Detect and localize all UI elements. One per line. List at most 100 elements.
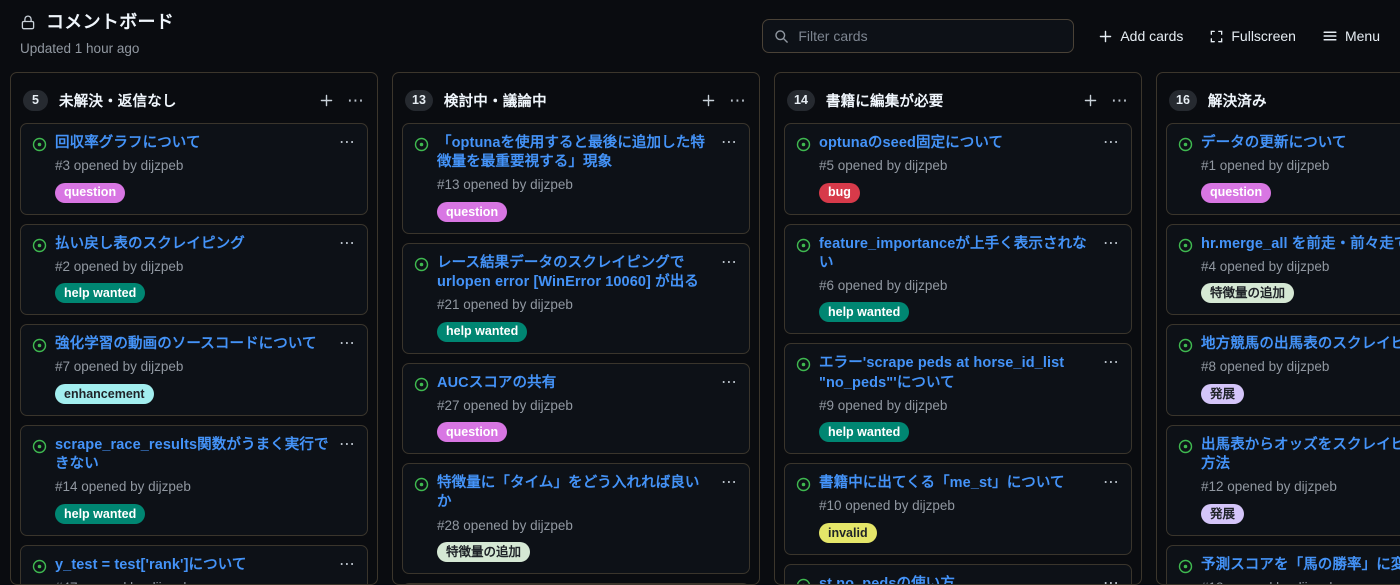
issue-title[interactable]: hr.merge_all を前走・前々走で行いたい xyxy=(1201,235,1400,254)
issue-title[interactable]: 「optunaを使用すると最後に追加した特徴量を最重要視する」現象 xyxy=(437,134,713,172)
issue-card[interactable]: 特徴量に「タイム」をどう入れれば良いか ⋯ #28 opened by dijzpe… xyxy=(402,463,750,575)
issue-label[interactable]: invalid xyxy=(819,522,877,543)
top-bar: コメントボード Updated 1 hour ago Filter cards … xyxy=(0,0,1400,72)
issue-card[interactable]: scrape_race_results関数がうまく実行できない ⋯ #14 open… xyxy=(20,425,368,536)
issue-title[interactable]: 予測スコアを「馬の勝率」に変換する xyxy=(1201,556,1400,575)
column-more-menu-icon[interactable]: ⋯ xyxy=(1111,92,1129,109)
issue-card[interactable]: 払い戻し表のスクレイピング ⋯ #2 opened by dijzpeb help w… xyxy=(20,223,368,316)
issue-card[interactable]: レース結果データのスクレイピングでurlopen error [WinError… xyxy=(402,242,750,354)
issue-label[interactable]: 発展 xyxy=(1201,384,1245,405)
issue-label[interactable]: 発展 xyxy=(1201,503,1245,524)
column-add-card-button[interactable] xyxy=(701,93,716,108)
card-more-menu-icon[interactable]: ⋯ xyxy=(1103,355,1120,371)
issue-card[interactable]: 強化学習の動画のソースコードについて ⋯ #7 opened by dijzpeb e… xyxy=(20,324,368,417)
issue-title[interactable]: st.no_pedsの使い方 xyxy=(819,575,1095,584)
issue-meta: #9 opened by dijzpeb xyxy=(819,397,948,413)
search-input[interactable] xyxy=(798,28,1063,44)
issue-meta: #6 opened by dijzpeb xyxy=(819,277,948,293)
add-cards-button[interactable]: Add cards xyxy=(1096,26,1185,46)
menu-button[interactable]: Menu xyxy=(1320,26,1382,46)
issue-title[interactable]: 書籍中に出てくる「me_st」について xyxy=(819,474,1095,493)
column-add-card-button[interactable] xyxy=(319,93,334,108)
issue-label[interactable]: question xyxy=(1201,182,1272,203)
issue-label[interactable]: question xyxy=(55,182,126,203)
issue-card[interactable]: 地方競馬の出馬表のスクレイピング⋯ #8 opened by dijzpeb 発展 xyxy=(1166,324,1400,417)
issue-label[interactable]: enhancement xyxy=(55,384,154,405)
column-add-card-button[interactable] xyxy=(1083,93,1098,108)
filter-cards-box[interactable] xyxy=(762,19,1075,53)
issue-labels: help wanted xyxy=(414,321,738,342)
issue-label[interactable]: 特徴量の追加 xyxy=(437,542,531,563)
issue-meta: #1 opened by dijzpeb xyxy=(1201,158,1330,174)
issue-card[interactable]: y_test = test['rank']について ⋯ #47 opened by … xyxy=(20,544,368,584)
issue-title[interactable]: データの更新について xyxy=(1201,134,1400,153)
card-more-menu-icon[interactable]: ⋯ xyxy=(339,556,356,573)
issue-open-icon xyxy=(1178,238,1193,253)
board-column: 14 書籍に編集が必要 ⋯ optunaのseed固定について ⋯ #5 opened b… xyxy=(774,72,1142,585)
issue-card[interactable]: feature_importanceが上手く表示されない ⋯ #6 opened b… xyxy=(784,223,1132,335)
issue-title[interactable]: scrape_race_results関数がうまく実行できない xyxy=(55,436,331,474)
issue-card[interactable]: hr.merge_all を前走・前々走で行いたい⋯ #4 opened by d… xyxy=(1166,223,1400,316)
issue-open-icon xyxy=(32,559,47,574)
card-more-menu-icon[interactable]: ⋯ xyxy=(339,235,356,252)
issue-title[interactable]: 出馬表からオッズをスクレイピングする方法 xyxy=(1201,436,1400,474)
issue-label[interactable]: help wanted xyxy=(819,302,910,323)
issue-label[interactable]: help wanted xyxy=(55,283,146,304)
issue-title[interactable]: 払い戻し表のスクレイピング xyxy=(55,235,331,254)
issue-open-icon xyxy=(1178,559,1193,574)
fullscreen-label: Fullscreen xyxy=(1231,28,1296,44)
issue-meta: #21 opened by dijzpeb xyxy=(437,297,573,313)
issue-label[interactable]: 特徴量の追加 xyxy=(1201,283,1295,304)
issue-title[interactable]: AUCスコアの共有 xyxy=(437,374,713,393)
card-more-menu-icon[interactable]: ⋯ xyxy=(1103,235,1120,252)
issue-label[interactable]: help wanted xyxy=(819,422,910,443)
project-board-app: コメントボード Updated 1 hour ago Filter cards … xyxy=(0,0,1400,585)
column-more-menu-icon[interactable]: ⋯ xyxy=(347,92,365,109)
issue-label[interactable]: help wanted xyxy=(437,321,528,342)
issue-title[interactable]: 特徴量に「タイム」をどう入れれば良いか xyxy=(437,474,713,512)
issue-labels: help wanted xyxy=(796,302,1120,323)
column-more-menu-icon[interactable]: ⋯ xyxy=(729,92,747,109)
card-more-menu-icon[interactable]: ⋯ xyxy=(721,254,738,271)
menu-label: Menu xyxy=(1344,28,1380,44)
issue-card[interactable]: データの更新について⋯ #1 opened by dijzpeb question xyxy=(1166,123,1400,215)
issue-card[interactable]: st.no_pedsの使い方⋯#11 opened by dijzpeb xyxy=(784,563,1132,584)
issue-title[interactable]: feature_importanceが上手く表示されない xyxy=(819,235,1095,273)
card-header: 払い戻し表のスクレイピング ⋯ xyxy=(32,235,356,254)
card-more-menu-icon[interactable]: ⋯ xyxy=(339,437,356,453)
issue-card[interactable]: 出馬表からオッズをスクレイピングする方法⋯ #12 opened by dijzp… xyxy=(1166,425,1400,536)
issue-title[interactable]: レース結果データのスクレイピングでurlopen error [WinError… xyxy=(437,254,713,292)
issue-title[interactable]: 回収率グラフについて xyxy=(55,134,331,153)
column-header: 16解決済み⋯ xyxy=(1166,81,1400,115)
card-more-menu-icon[interactable]: ⋯ xyxy=(339,135,356,151)
issue-title[interactable]: エラー'scrape peds at horse_id_list "no_ped… xyxy=(819,354,1095,392)
issue-card[interactable]: AUCスコアの共有 ⋯ #27 opened by dijzpeb question xyxy=(402,362,750,455)
issue-label[interactable]: bug xyxy=(819,182,860,203)
page-title: コメントボード xyxy=(46,12,175,32)
issue-label[interactable]: question xyxy=(437,422,508,443)
card-more-menu-icon[interactable]: ⋯ xyxy=(339,336,356,352)
issue-labels: help wanted xyxy=(796,422,1120,443)
issue-title[interactable]: 地方競馬の出馬表のスクレイピング xyxy=(1201,335,1400,354)
issue-card[interactable]: 回収率グラフについて ⋯ #3 opened by dijzpeb question xyxy=(20,123,368,215)
issue-card[interactable]: エラー'scrape peds at horse_id_list "no_ped… xyxy=(784,343,1132,455)
issue-card[interactable]: 「optunaを使用すると最後に追加した特徴量を最重要視する」現象 ⋯ #13 op… xyxy=(402,123,750,234)
issue-card[interactable]: optunaのseed固定について ⋯ #5 opened by dijzpeb bu… xyxy=(784,123,1132,215)
updated-timestamp: Updated 1 hour ago xyxy=(20,40,140,56)
issue-title[interactable]: 強化学習の動画のソースコードについて xyxy=(55,335,331,354)
issue-label[interactable]: question xyxy=(437,201,508,222)
fullscreen-button[interactable]: Fullscreen xyxy=(1207,26,1298,46)
card-more-menu-icon[interactable]: ⋯ xyxy=(721,374,738,391)
card-more-menu-icon[interactable]: ⋯ xyxy=(1103,575,1120,584)
issue-title[interactable]: y_test = test['rank']について xyxy=(55,556,331,575)
issue-label[interactable]: help wanted xyxy=(55,503,146,524)
card-more-menu-icon[interactable]: ⋯ xyxy=(721,475,738,491)
issue-card[interactable]: LightGBMの実行でfloat() argument⋯ xyxy=(402,583,750,584)
issue-card[interactable]: 予測スコアを「馬の勝率」に変換する⋯ #18 opened by dijzpeb xyxy=(1166,544,1400,584)
issue-labels: invalid xyxy=(796,522,1120,543)
card-more-menu-icon[interactable]: ⋯ xyxy=(1103,135,1120,151)
card-more-menu-icon[interactable]: ⋯ xyxy=(1103,475,1120,491)
issue-title[interactable]: optunaのseed固定について xyxy=(819,134,1095,153)
issue-card[interactable]: 書籍中に出てくる「me_st」について ⋯ #10 opened by dijzpe… xyxy=(784,463,1132,555)
card-more-menu-icon[interactable]: ⋯ xyxy=(721,135,738,151)
